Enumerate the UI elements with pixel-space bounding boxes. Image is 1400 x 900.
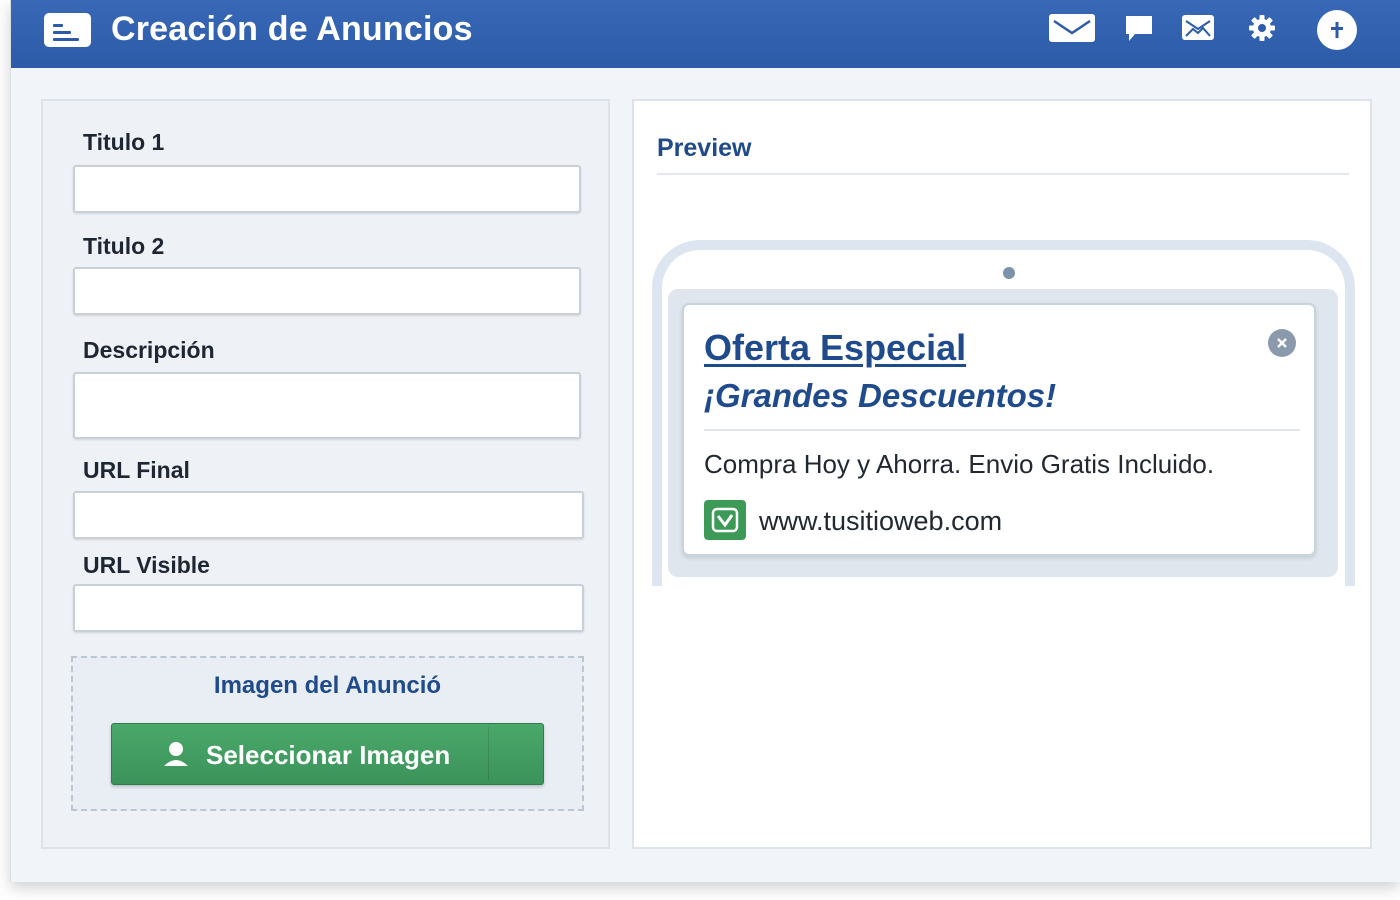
ad-subheadline: ¡Grandes Descuentos!	[704, 377, 1057, 414]
ad-form-panel: Titulo 1 Titulo 2 Descripción URL Final …	[41, 99, 610, 849]
visible-url-label: URL Visible	[83, 552, 210, 578]
visible-url-input[interactable]	[73, 584, 584, 632]
image-section-title: Imagen del Anunció	[213, 672, 442, 699]
chat-icon[interactable]	[1122, 12, 1156, 46]
title2-input[interactable]	[73, 267, 581, 315]
user-icon	[162, 741, 190, 774]
add-icon[interactable]	[1316, 9, 1358, 51]
phone-frame: Oferta Especial ¡Grandes Descuentos! Com…	[652, 240, 1355, 586]
image-dropzone[interactable]: Imagen del Anunció Seleccionar Imagen	[71, 656, 584, 811]
final-url-label: URL Final	[83, 457, 190, 483]
description-input[interactable]	[73, 372, 581, 439]
preview-panel: Preview Oferta Especial ¡Grandes Descuen…	[632, 99, 1372, 849]
ad-preview-card: Oferta Especial ¡Grandes Descuentos! Com…	[682, 303, 1316, 556]
app-logo-icon	[44, 13, 91, 47]
app-window: Creación de Anuncios Titulo 1 Titulo 2 D…	[10, 0, 1400, 882]
image-mail-icon[interactable]	[1180, 12, 1216, 44]
title2-label: Titulo 2	[83, 233, 165, 259]
final-url-input[interactable]	[73, 491, 584, 539]
check-badge-icon	[704, 500, 746, 540]
app-title: Creación de Anuncios	[111, 10, 473, 48]
title1-input[interactable]	[73, 165, 581, 213]
ad-description: Compra Hoy y Ahorra. Envio Gratis Inclui…	[704, 449, 1215, 479]
ad-display-url[interactable]: www.tusitioweb.com	[759, 506, 1002, 537]
select-image-button[interactable]: Seleccionar Imagen	[111, 723, 544, 785]
ad-headline[interactable]: Oferta Especial	[704, 327, 966, 369]
preview-title: Preview	[657, 134, 752, 162]
mail-icon[interactable]	[1048, 12, 1096, 44]
ad-divider	[704, 429, 1300, 431]
description-label: Descripción	[83, 337, 215, 363]
close-icon[interactable]	[1268, 329, 1296, 357]
select-image-label: Seleccionar Imagen	[206, 740, 451, 770]
top-bar: Creación de Anuncios	[11, 0, 1400, 68]
title1-label: Titulo 1	[83, 129, 165, 155]
phone-camera-dot	[1003, 267, 1015, 279]
gear-icon[interactable]	[1247, 12, 1277, 44]
button-divider	[488, 727, 489, 781]
preview-divider	[657, 173, 1349, 175]
phone-screen: Oferta Especial ¡Grandes Descuentos! Com…	[668, 289, 1338, 577]
